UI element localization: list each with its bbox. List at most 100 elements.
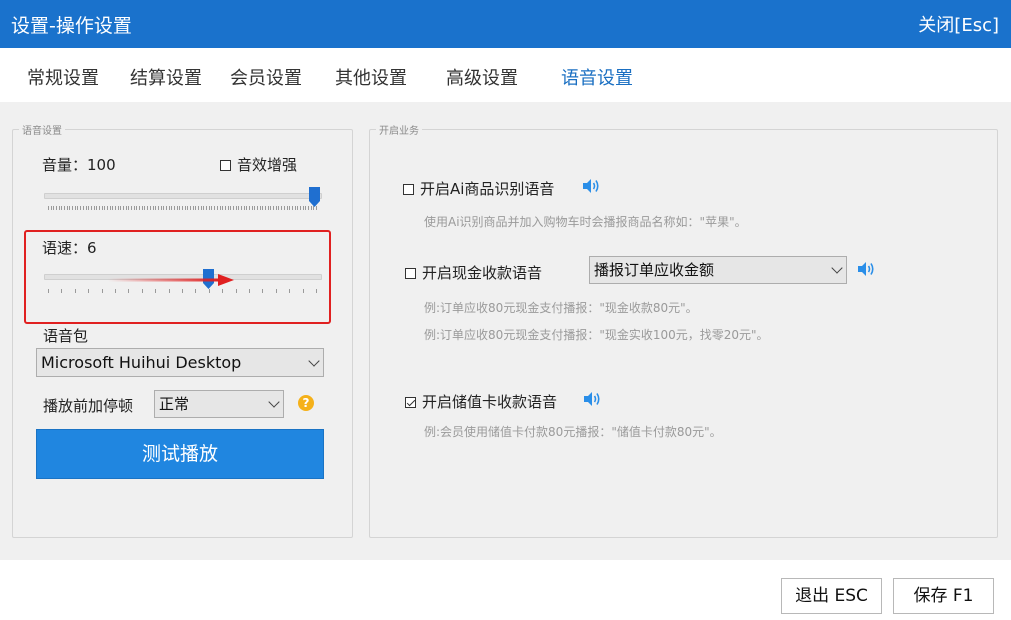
ai-voice-checkbox[interactable]: 开启Ai商品识别语音	[403, 178, 554, 199]
slider-tick	[294, 206, 296, 210]
slider-tick	[173, 206, 175, 210]
slider-tick	[262, 206, 264, 210]
slider-tick	[200, 206, 202, 210]
slider-tick	[257, 206, 259, 210]
ai-voice-checkbox-box[interactable]	[403, 184, 414, 195]
slider-tick	[291, 206, 293, 210]
tab-general[interactable]: 常规设置	[27, 64, 99, 90]
exit-button[interactable]: 退出 ESC	[781, 578, 882, 614]
slider-tick	[136, 206, 138, 210]
slider-tick	[165, 206, 167, 210]
cash-voice-select[interactable]: 播报订单应收金额	[589, 256, 847, 284]
slider-tick	[316, 289, 317, 293]
save-button[interactable]: 保存 F1	[893, 578, 994, 614]
tab-bar: 常规设置 结算设置 会员设置 其他设置 高级设置 语音设置	[0, 48, 1011, 102]
slider-tick	[227, 206, 229, 210]
cash-voice-label: 开启现金收款语音	[422, 264, 543, 282]
slider-tick	[128, 289, 130, 293]
slider-tick	[141, 206, 143, 210]
volume-slider-track[interactable]	[44, 193, 322, 199]
slider-tick	[238, 206, 240, 210]
slider-tick	[72, 206, 74, 210]
slider-tick	[106, 206, 108, 210]
slider-tick	[198, 206, 200, 210]
slider-tick	[48, 289, 49, 293]
tab-advanced[interactable]: 高级设置	[446, 64, 518, 90]
settings-content: 语音设置 音量：100 音效增强 语速：6 语音包 Microsoft Huih…	[0, 102, 1011, 560]
slider-tick	[133, 206, 135, 210]
cash-voice-checkbox-box[interactable]	[405, 268, 416, 279]
slider-tick	[149, 206, 151, 210]
slider-tick	[230, 206, 232, 210]
slider-tick	[286, 206, 288, 210]
slider-tick	[96, 206, 98, 210]
tab-checkout[interactable]: 结算设置	[130, 64, 202, 90]
pause-select[interactable]: 正常	[154, 390, 284, 418]
card-voice-checkbox-box[interactable]	[405, 397, 416, 408]
slider-tick	[182, 206, 183, 210]
slider-tick	[206, 206, 208, 210]
slider-tick	[289, 206, 291, 210]
voice-settings-legend: 语音设置	[22, 126, 62, 137]
card-voice-checkbox[interactable]: 开启储值卡收款语音	[405, 391, 557, 412]
slider-tick	[235, 206, 237, 210]
slider-tick	[115, 206, 116, 210]
tab-voice[interactable]: 语音设置	[561, 64, 633, 90]
slider-tick	[93, 206, 95, 210]
slider-tick	[302, 289, 304, 293]
slider-tick	[310, 206, 312, 210]
slider-tick	[61, 206, 63, 210]
window-title: 设置-操作设置	[11, 15, 132, 37]
slider-tick	[171, 206, 173, 210]
enhance-checkbox[interactable]: 音效增强	[220, 154, 297, 175]
slider-tick	[152, 206, 154, 210]
slider-tick	[273, 206, 275, 210]
tab-member[interactable]: 会员设置	[230, 64, 302, 90]
slider-tick	[58, 206, 60, 210]
cash-voice-desc-1: 例:订单应收80元现金支付播报："现金收款80元"。	[424, 301, 698, 315]
help-icon[interactable]: ?	[298, 395, 314, 411]
slider-tick	[163, 206, 165, 210]
close-button[interactable]: 关闭[Esc]	[918, 11, 999, 37]
slider-tick	[275, 206, 277, 210]
slider-tick	[316, 206, 317, 210]
title-bar: 设置-操作设置 关闭[Esc]	[0, 0, 1011, 48]
slider-tick	[85, 206, 87, 210]
pause-label: 播放前加停顿	[43, 397, 134, 415]
slider-tick	[211, 206, 213, 210]
slider-tick	[66, 206, 68, 210]
slider-tick	[283, 206, 285, 210]
enhance-checkbox-box[interactable]	[220, 160, 231, 171]
voice-pack-label: 语音包	[43, 327, 89, 345]
slider-tick	[214, 206, 216, 210]
slider-tick	[246, 206, 248, 210]
slider-tick	[88, 206, 90, 210]
slider-tick	[190, 206, 192, 210]
slider-tick	[251, 206, 253, 210]
slider-tick	[275, 289, 277, 293]
slider-tick	[195, 289, 197, 293]
slider-tick	[61, 289, 63, 293]
slider-tick	[224, 206, 226, 210]
test-play-button[interactable]: 测试播放	[36, 429, 324, 479]
slider-tick	[147, 206, 149, 210]
slider-tick	[297, 206, 299, 210]
speaker-icon[interactable]	[582, 390, 602, 408]
slider-tick	[270, 206, 272, 210]
slider-tick	[313, 206, 315, 210]
voice-pack-value: Microsoft Huihui Desktop	[41, 353, 242, 372]
red-arrow-annotation	[108, 274, 234, 286]
slider-tick	[305, 206, 307, 210]
speaker-icon[interactable]	[856, 260, 876, 278]
chevron-down-icon	[308, 354, 320, 367]
cash-voice-checkbox[interactable]: 开启现金收款语音	[405, 262, 542, 283]
slider-tick	[128, 206, 130, 210]
tab-other[interactable]: 其他设置	[335, 64, 407, 90]
speaker-icon[interactable]	[581, 177, 601, 195]
slider-tick	[125, 206, 127, 210]
slider-tick	[160, 206, 162, 210]
slider-tick	[115, 289, 116, 293]
voice-pack-select[interactable]: Microsoft Huihui Desktop	[36, 348, 324, 377]
slider-tick	[281, 206, 283, 210]
slider-tick	[216, 206, 218, 210]
